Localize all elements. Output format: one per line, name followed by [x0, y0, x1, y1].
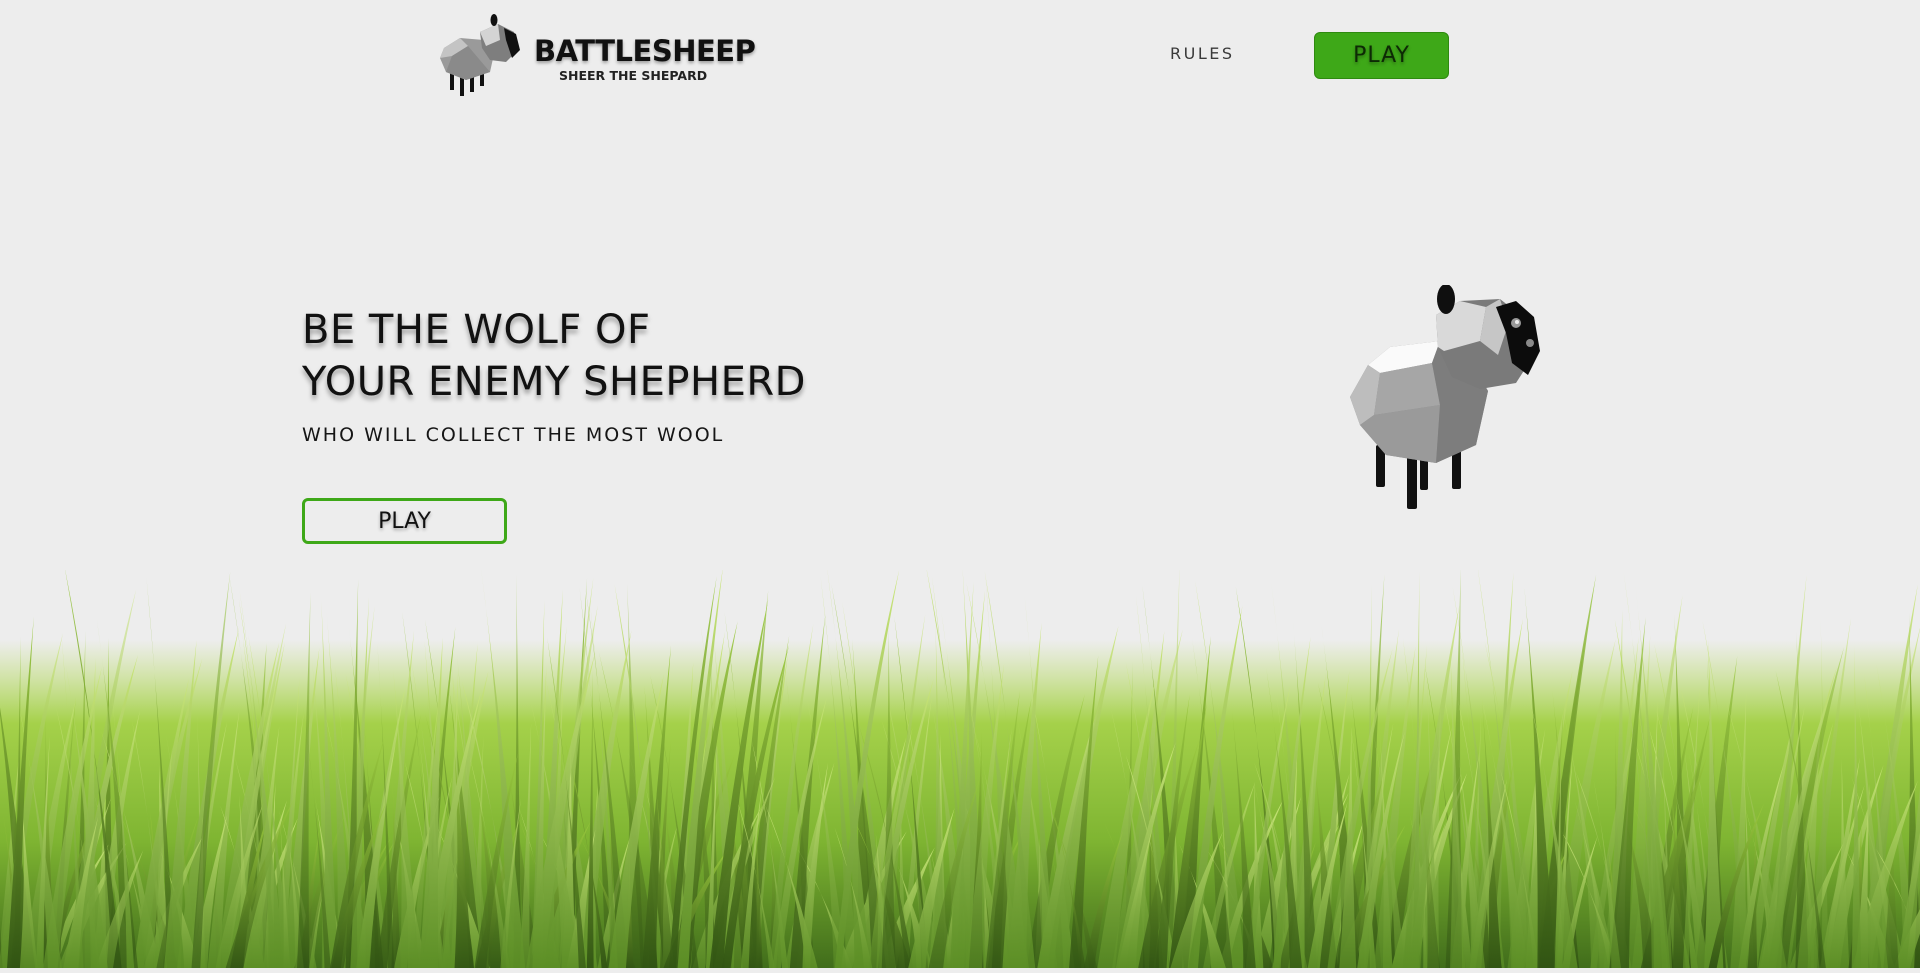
hero-title: BE THE WOLF OF YOUR ENEMY SHEPHERD	[302, 304, 806, 408]
hero-title-line-1: BE THE WOLF OF	[302, 307, 651, 353]
logo-link[interactable]: BATTLESHEEP SHEER THE SHEPARD	[438, 10, 756, 100]
hero-play-button[interactable]: PLAY	[302, 498, 507, 544]
sheep-illustration	[1350, 285, 1540, 509]
logo-title: BATTLESHEEP	[534, 34, 756, 68]
grass-background	[0, 570, 1920, 973]
nav-play-button[interactable]: PLAY	[1314, 32, 1449, 79]
site-header: BATTLESHEEP SHEER THE SHEPARD RULES PLAY	[0, 0, 1920, 110]
sheep-logo-icon	[440, 14, 520, 96]
logo-tagline: SHEER THE SHEPARD	[559, 68, 708, 83]
landing-page: BATTLESHEEP SHEER THE SHEPARD RULES PLAY…	[0, 0, 1920, 973]
nav-rules-link[interactable]: RULES	[1170, 44, 1235, 63]
hero-title-line-2: YOUR ENEMY SHEPHERD	[302, 359, 806, 405]
hero-subtitle: WHO WILL COLLECT THE MOST WOOL	[302, 424, 725, 446]
